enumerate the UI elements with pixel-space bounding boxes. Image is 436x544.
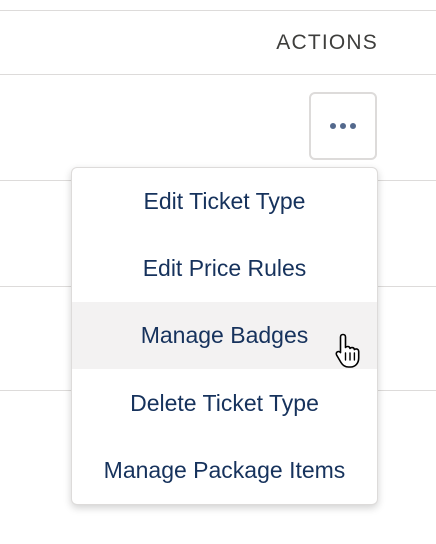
table-divider [0, 10, 436, 11]
menu-item-edit-price-rules[interactable]: Edit Price Rules [72, 235, 377, 302]
menu-item-label: Edit Price Rules [142, 255, 307, 281]
table-divider [0, 74, 436, 75]
menu-item-label: Edit Ticket Type [143, 188, 306, 214]
menu-item-label: Delete Ticket Type [130, 390, 319, 416]
menu-item-manage-package-items[interactable]: Manage Package Items [72, 437, 377, 504]
hand-pointer-cursor-icon [335, 333, 360, 368]
page: ACTIONS Edit Ticket Type Edit Price Rule… [0, 0, 436, 544]
menu-item-manage-badges[interactable]: Manage Badges [72, 302, 377, 369]
menu-item-delete-ticket-type[interactable]: Delete Ticket Type [72, 370, 377, 437]
more-horizontal-icon [330, 123, 356, 129]
menu-item-edit-ticket-type[interactable]: Edit Ticket Type [72, 168, 377, 235]
row-actions-menu: Edit Ticket Type Edit Price Rules Manage… [71, 167, 378, 505]
actions-column-header: ACTIONS [276, 31, 378, 54]
menu-item-label: Manage Package Items [103, 457, 346, 483]
menu-item-label: Manage Badges [140, 322, 309, 348]
row-actions-button[interactable] [309, 92, 377, 160]
